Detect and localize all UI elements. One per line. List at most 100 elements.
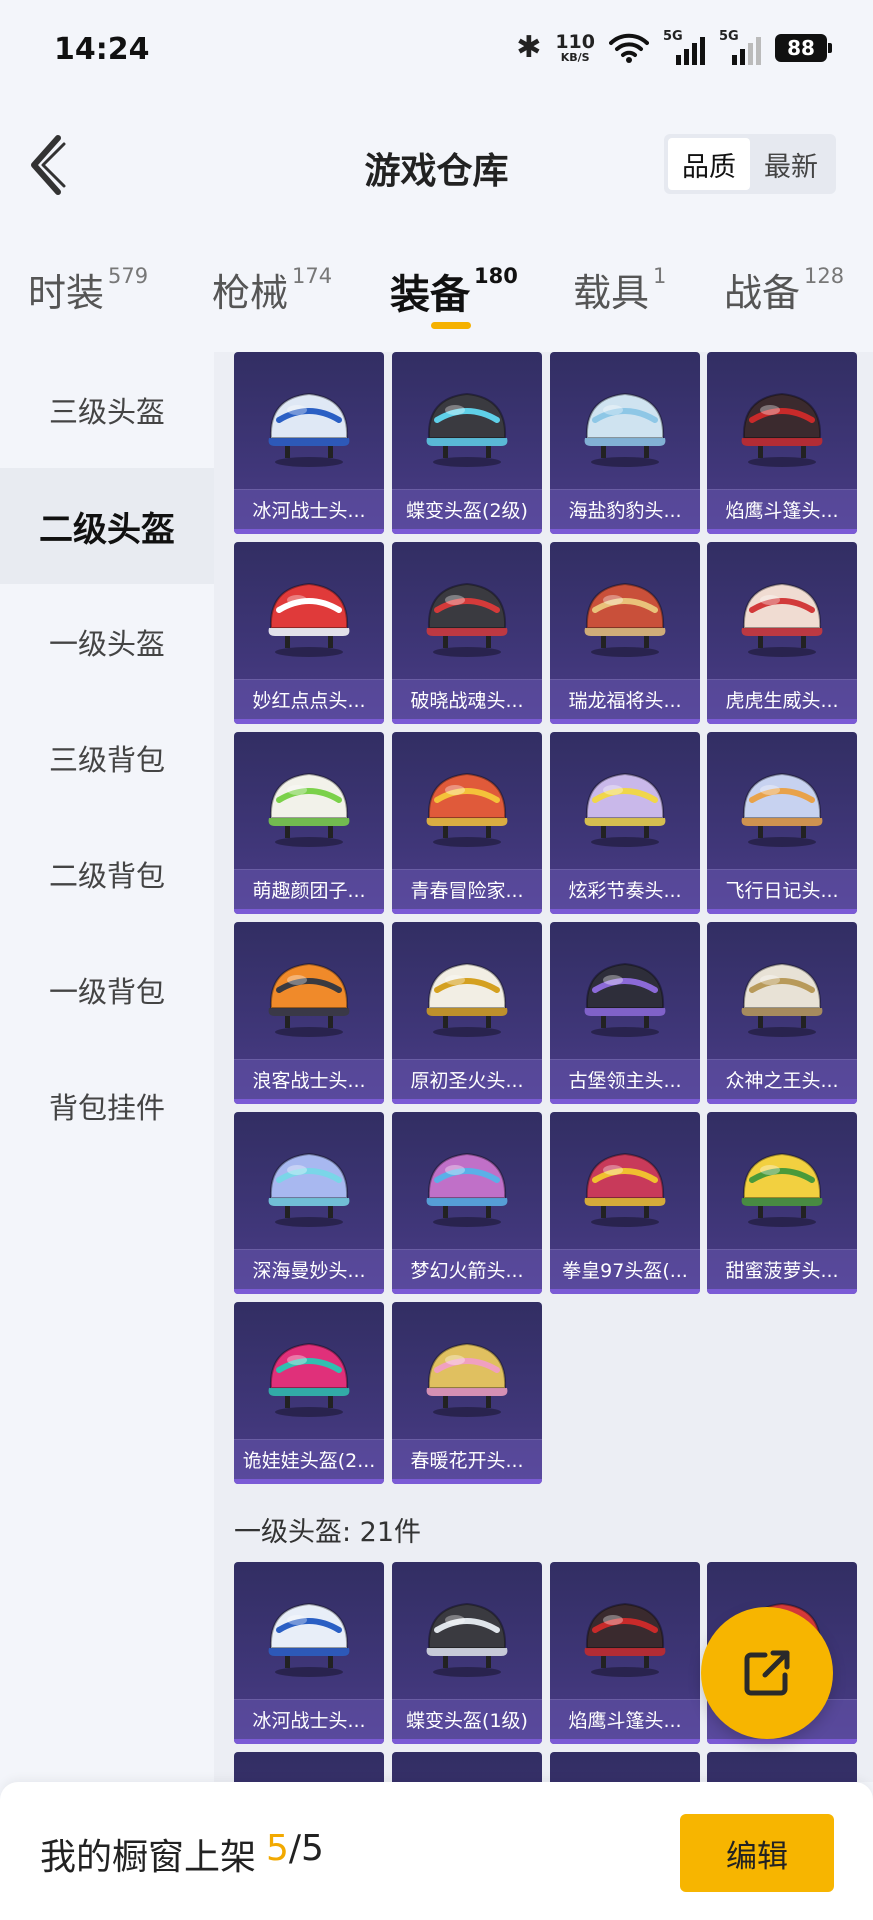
- helmet-icon: [741, 1152, 823, 1227]
- item-card[interactable]: 甜蜜菠萝头...: [707, 1112, 857, 1294]
- item-card[interactable]: 蝶变头盔(2级): [392, 352, 542, 534]
- item-card[interactable]: 破晓战魂头...: [392, 542, 542, 724]
- helmet-icon: [584, 1152, 666, 1227]
- item-name: 破晓战魂头...: [392, 679, 542, 719]
- showcase-count-total: /5: [288, 1828, 324, 1869]
- sidebar-item-level2-backpack[interactable]: 二级背包: [0, 816, 214, 932]
- item-card[interactable]: [550, 1752, 700, 1782]
- item-name: 青春冒险家...: [392, 869, 542, 909]
- net-speed-unit: KB/S: [560, 50, 590, 64]
- item-card[interactable]: 炫彩节奏头...: [550, 732, 700, 914]
- battery-icon: 88: [775, 33, 832, 62]
- item-card[interactable]: 古堡领主头...: [550, 922, 700, 1104]
- status-bar: 14:24 ✱ 110 KB/S 5G 5G 88: [0, 0, 873, 100]
- item-card[interactable]: [392, 1752, 542, 1782]
- item-name: 诡娃娃头盔(2...: [234, 1439, 384, 1479]
- helmet-icon: [741, 582, 823, 657]
- item-card[interactable]: 原初圣火头...: [392, 922, 542, 1104]
- sidebar-item-backpack-charm[interactable]: 背包挂件: [0, 1048, 214, 1164]
- helmet-icon: [426, 392, 508, 467]
- item-card[interactable]: [234, 1752, 384, 1782]
- showcase-count-current: 5: [266, 1828, 289, 1869]
- subcategory-sidebar: 三级头盔 二级头盔 一级头盔 三级背包 二级背包 一级背包 背包挂件: [0, 352, 214, 1782]
- sidebar-item-level3-helmet[interactable]: 三级头盔: [0, 352, 214, 468]
- item-card[interactable]: 拳皇97头盔(...: [550, 1112, 700, 1294]
- item-card[interactable]: 冰河战士头...: [234, 352, 384, 534]
- tab-equipment[interactable]: 装备 180: [390, 262, 518, 320]
- helmet-icon: [268, 392, 350, 467]
- sort-newest-button[interactable]: 最新: [750, 138, 832, 190]
- sort-quality-button[interactable]: 品质: [668, 138, 750, 190]
- helmet-icon: [268, 1152, 350, 1227]
- tab-count: 128: [804, 264, 845, 288]
- item-card[interactable]: [707, 1752, 857, 1782]
- tab-count: 1: [653, 264, 667, 288]
- helmet-icon: [584, 392, 666, 467]
- tab-guns[interactable]: 枪械 174: [212, 262, 332, 317]
- bluetooth-icon: ✱: [516, 30, 542, 65]
- helmet-icon: [268, 1342, 350, 1417]
- helmet-icon: [268, 962, 350, 1037]
- item-card[interactable]: 众神之王头...: [707, 922, 857, 1104]
- item-card[interactable]: 诡娃娃头盔(2...: [234, 1302, 384, 1484]
- signal-sim1-icon: 5G: [663, 29, 705, 65]
- item-card[interactable]: 海盐豹豹头...: [550, 352, 700, 534]
- item-name: 冰河战士头...: [234, 489, 384, 529]
- item-card[interactable]: 萌趣颜团子...: [234, 732, 384, 914]
- helmet-icon: [426, 1602, 508, 1677]
- bottom-bar: 我的橱窗上架 5 /5 编辑: [0, 1782, 873, 1920]
- item-card[interactable]: 妙红点点头...: [234, 542, 384, 724]
- tab-fashion[interactable]: 时装 579: [28, 262, 148, 317]
- sidebar-item-level2-helmet[interactable]: 二级头盔: [0, 468, 214, 584]
- tab-label: 战备: [724, 271, 801, 315]
- share-button[interactable]: [701, 1607, 833, 1739]
- item-name: 拳皇97头盔(...: [550, 1249, 700, 1289]
- item-name: 浪客战士头...: [234, 1059, 384, 1099]
- helmet-icon: [426, 1152, 508, 1227]
- item-name: 飞行日记头...: [707, 869, 857, 909]
- item-card[interactable]: 梦幻火箭头...: [392, 1112, 542, 1294]
- item-name: 焰鹰斗篷头...: [707, 489, 857, 529]
- helmet-icon: [741, 772, 823, 847]
- item-card[interactable]: 青春冒险家...: [392, 732, 542, 914]
- status-time: 14:24: [54, 32, 150, 67]
- item-grid: 冰河战士头... 蝶变头盔(2级) 海盐豹豹头... 焰鹰斗篷头... 妙红点点头...…: [214, 352, 873, 1782]
- tab-label: 装备: [390, 272, 470, 318]
- item-name: 众神之王头...: [707, 1059, 857, 1099]
- net-speed-value: 110: [555, 30, 595, 53]
- sidebar-item-level3-backpack[interactable]: 三级背包: [0, 700, 214, 816]
- item-card[interactable]: 虎虎生威头...: [707, 542, 857, 724]
- edit-button[interactable]: 编辑: [680, 1814, 834, 1892]
- helmet-icon: [426, 772, 508, 847]
- item-name: 萌趣颜团子...: [234, 869, 384, 909]
- tab-label: 时装: [28, 271, 105, 315]
- helmet-icon: [741, 962, 823, 1037]
- item-name: 瑞龙福将头...: [550, 679, 700, 719]
- item-card[interactable]: 蝶变头盔(1级): [392, 1562, 542, 1744]
- item-card[interactable]: 飞行日记头...: [707, 732, 857, 914]
- share-icon: [744, 1650, 790, 1696]
- item-name: 蝶变头盔(1级): [392, 1699, 542, 1739]
- item-name: 梦幻火箭头...: [392, 1249, 542, 1289]
- item-card[interactable]: 瑞龙福将头...: [550, 542, 700, 724]
- item-name: 古堡领主头...: [550, 1059, 700, 1099]
- tab-count: 174: [292, 264, 333, 288]
- item-card[interactable]: 焰鹰斗篷头...: [707, 352, 857, 534]
- item-name: 冰河战士头...: [234, 1699, 384, 1739]
- item-name: 原初圣火头...: [392, 1059, 542, 1099]
- showcase-label: 我的橱窗上架: [40, 1837, 257, 1878]
- sidebar-item-level1-backpack[interactable]: 一级背包: [0, 932, 214, 1048]
- tab-gear[interactable]: 战备 128: [724, 262, 844, 317]
- tab-label: 枪械: [212, 271, 289, 315]
- tab-count: 180: [474, 264, 518, 288]
- item-card[interactable]: 春暖花开头...: [392, 1302, 542, 1484]
- showcase-status: 我的橱窗上架 5 /5: [40, 1828, 324, 1880]
- item-card[interactable]: 冰河战士头...: [234, 1562, 384, 1744]
- item-card[interactable]: 浪客战士头...: [234, 922, 384, 1104]
- helmet-icon: [426, 1342, 508, 1417]
- item-card[interactable]: 深海曼妙头...: [234, 1112, 384, 1294]
- sidebar-item-level1-helmet[interactable]: 一级头盔: [0, 584, 214, 700]
- tab-vehicles[interactable]: 载具 1: [573, 262, 666, 317]
- helmet-icon: [268, 582, 350, 657]
- item-card[interactable]: 焰鹰斗篷头...: [550, 1562, 700, 1744]
